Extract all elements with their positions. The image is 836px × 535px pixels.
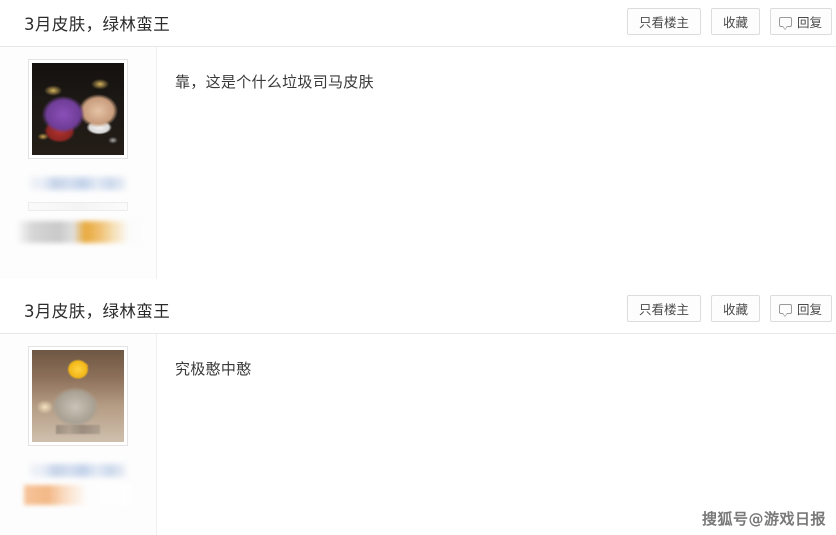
favorite-label: 收藏 [722,302,748,317]
author-badge-blurred [18,221,138,243]
post-item: 3月皮肤，绿林蛮王 只看楼主 收藏 回复 [0,287,836,535]
only-op-button[interactable]: 只看楼主 [626,8,701,35]
reply-label: 回复 [796,302,822,317]
post-action-bar: 只看楼主 收藏 回复 [626,295,832,322]
comment-text: 靠，这是个什么垃圾司马皮肤 [175,73,374,91]
author-meta-bar [28,202,128,211]
reply-button[interactable]: 回复 [769,295,832,322]
author-sidebar [0,334,157,535]
avatar[interactable] [28,59,128,159]
page-title: 3月皮肤，绿林蛮王 [24,15,171,34]
avatar-image [32,63,124,155]
reply-button[interactable]: 回复 [769,8,832,35]
post-action-bar: 只看楼主 收藏 回复 [626,8,832,35]
watermark: 搜狐号@游戏日报 [701,510,826,528]
post-header: 3月皮肤，绿林蛮王 只看楼主 收藏 回复 [0,0,836,47]
username-blurred [30,464,126,477]
only-op-label: 只看楼主 [638,15,689,30]
post-body: 究极憨中憨 [0,334,836,535]
favorite-button[interactable]: 收藏 [710,295,760,322]
post-divider [0,279,836,287]
speech-bubble-icon [778,16,792,30]
only-op-label: 只看楼主 [638,302,689,317]
comment-text: 究极憨中憨 [175,360,252,378]
post-content: 靠，这是个什么垃圾司马皮肤 [157,47,836,279]
reply-label: 回复 [796,15,822,30]
avatar[interactable] [28,346,128,446]
username-blurred [30,177,126,190]
page-title: 3月皮肤，绿林蛮王 [24,302,171,321]
speech-bubble-icon [778,303,792,317]
favorite-label: 收藏 [722,15,748,30]
only-op-button[interactable]: 只看楼主 [626,295,701,322]
post-item: 3月皮肤，绿林蛮王 只看楼主 收藏 回复 [0,0,836,279]
forum-thread-page: 3月皮肤，绿林蛮王 只看楼主 收藏 回复 靠，这是个什么垃圾司马皮肤 3月皮肤，… [0,0,836,535]
post-header: 3月皮肤，绿林蛮王 只看楼主 收藏 回复 [0,287,836,334]
author-badge-blurred [24,485,132,505]
favorite-button[interactable]: 收藏 [710,8,760,35]
author-sidebar [0,47,157,279]
post-body: 靠，这是个什么垃圾司马皮肤 [0,47,836,279]
avatar-image [32,350,124,442]
post-content: 究极憨中憨 [157,334,836,535]
